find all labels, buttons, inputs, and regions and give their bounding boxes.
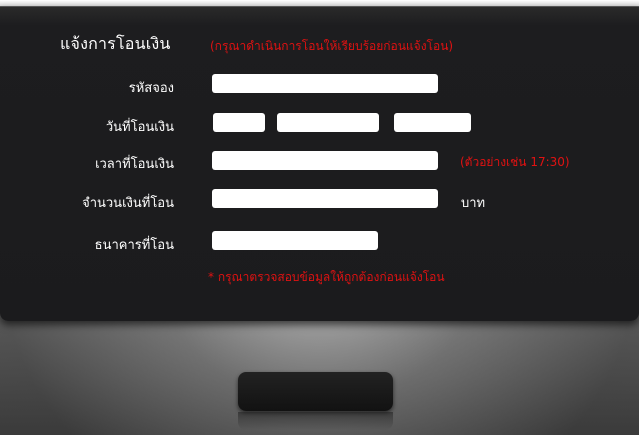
form-note: * กรุณาตรวจสอบข้อมูลให้ถูกต้องก่อนแจ้งโอ… bbox=[208, 270, 445, 284]
submit-button-reflection bbox=[238, 412, 393, 430]
booking-code-input[interactable] bbox=[212, 74, 438, 93]
bank-label: ธนาคารที่โอน bbox=[94, 238, 174, 253]
form-title: แจ้งการโอนเงิน bbox=[60, 34, 171, 53]
transfer-time-label: เวลาที่โอนเงิน bbox=[95, 157, 174, 172]
transfer-time-hint: (ตัวอย่างเช่น 17:30) bbox=[460, 155, 570, 169]
transfer-month-input[interactable] bbox=[277, 113, 379, 132]
amount-label: จำนวนเงินที่โอน bbox=[82, 196, 174, 211]
amount-unit: บาท bbox=[461, 196, 486, 211]
transfer-date-label: วันที่โอนเงิน bbox=[105, 120, 174, 135]
booking-code-label: รหัสจอง bbox=[128, 81, 174, 96]
transfer-time-input[interactable] bbox=[212, 151, 438, 170]
transfer-year-input[interactable] bbox=[394, 113, 471, 132]
bank-input[interactable] bbox=[212, 231, 378, 250]
form-subtitle: (กรุณาดำเนินการโอนให้เรียบร้อยก่อนแจ้งโอ… bbox=[210, 39, 454, 53]
amount-input[interactable] bbox=[212, 189, 438, 208]
transfer-day-input[interactable] bbox=[213, 113, 265, 132]
submit-button[interactable] bbox=[238, 372, 393, 411]
